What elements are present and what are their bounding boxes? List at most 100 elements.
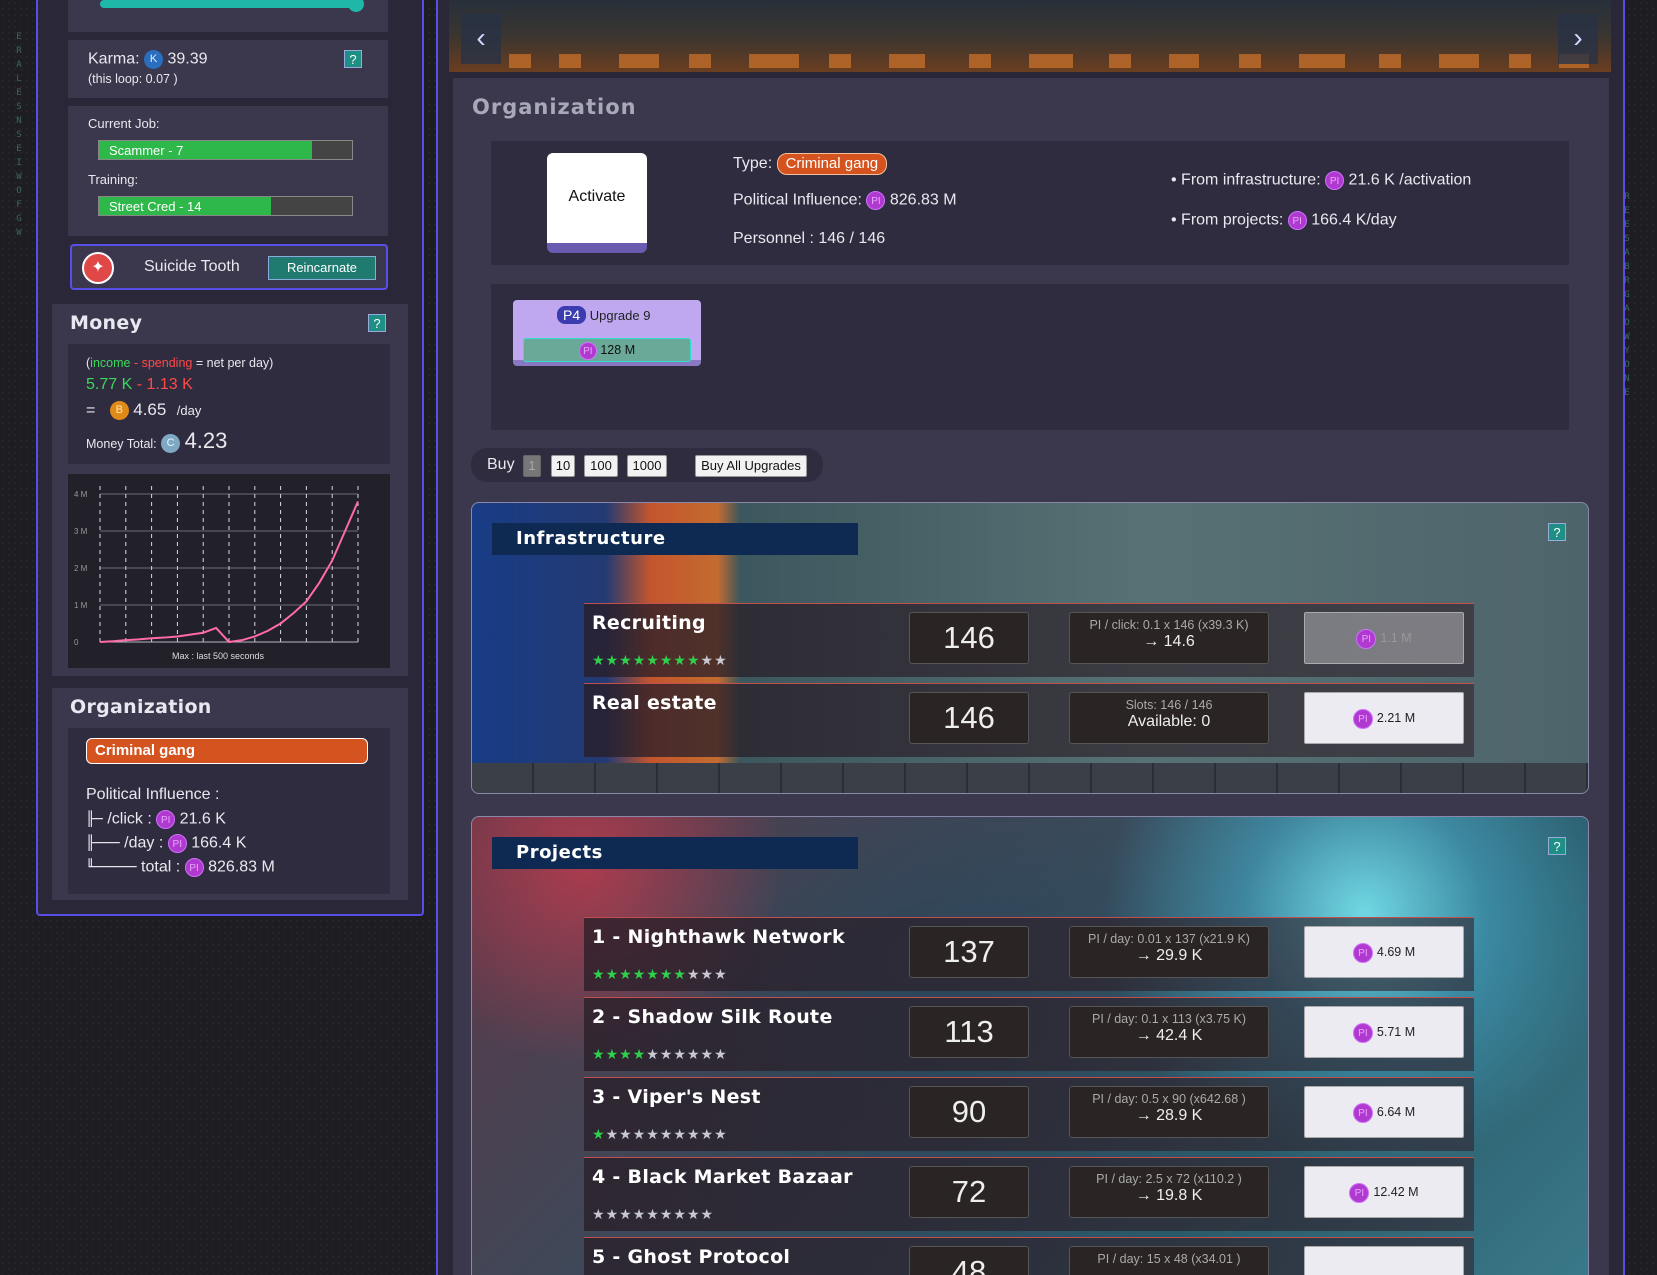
projects-row-info-result: → 28.9 K xyxy=(1135,1107,1203,1124)
star-empty-icon: ★ xyxy=(659,1206,674,1222)
star-empty-icon: ★ xyxy=(700,1126,715,1142)
projects-row-info-formula: PI / day: 0.1 x 113 (x3.75 K) xyxy=(1091,1012,1247,1026)
job-section: Current Job: Scammer - 7 Training: Stree… xyxy=(68,106,388,236)
infrastructure-row-name: Recruiting xyxy=(592,612,706,634)
star-empty-icon: ★ xyxy=(700,966,715,982)
chart-y-tick-label: 0 xyxy=(74,638,79,647)
star-empty-icon: ★ xyxy=(673,1206,687,1222)
activate-button[interactable]: Activate xyxy=(547,153,647,253)
money-chart-svg: 4 M 3 M 2 M 1 M 0 Max : last 500 seconds xyxy=(74,486,359,661)
infrastructure-row-info-formula: Slots: 146 / 146 xyxy=(1125,698,1213,712)
job-progress-bar[interactable]: Scammer - 7 xyxy=(98,140,353,160)
infrastructure-row-buy-button[interactable]: PI 2.21 M xyxy=(1304,692,1464,744)
coin-icon: C xyxy=(161,434,181,454)
org-summary-type: Criminal gang xyxy=(86,738,368,764)
infrastructure-help-button[interactable]: ? xyxy=(1548,523,1566,541)
top-progress-section xyxy=(68,0,388,32)
upgrade-label: Upgrade 9 xyxy=(589,308,651,323)
projects-row-name: 3 - Viper's Nest xyxy=(592,1086,761,1108)
upgrade-card[interactable]: P4 Upgrade 9 PI 128 M xyxy=(513,300,701,366)
reincarnate-button[interactable]: Reincarnate xyxy=(268,256,376,280)
star-icon: ★ xyxy=(673,966,687,982)
money-income-spending: 5.77 K - 1.13 K xyxy=(86,376,193,393)
projects-title: Projects xyxy=(492,837,858,869)
projects-row-info-formula: PI / day: 0.5 x 90 (x642.68 ) xyxy=(1092,1092,1246,1106)
projects-row-buy-button[interactable] xyxy=(1304,1246,1464,1275)
infrastructure-row-count: 146 xyxy=(909,692,1029,744)
star-empty-icon: ★ xyxy=(632,1206,647,1222)
star-empty-icon: ★ xyxy=(700,1206,715,1222)
pi-icon: PI xyxy=(156,810,176,829)
star-icon: ★ xyxy=(619,966,633,982)
infrastructure-row-stars: ★★★★★★★★★★ xyxy=(592,652,728,669)
pi-icon: PI xyxy=(866,191,886,210)
projects-help-button[interactable]: ? xyxy=(1548,837,1566,855)
star-icon: ★ xyxy=(686,652,701,668)
top-slider-track[interactable] xyxy=(100,0,358,8)
upgrade-cost-button[interactable]: PI 128 M xyxy=(523,338,691,362)
chart-y-tick-label: 4 M xyxy=(74,490,88,499)
star-icon: ★ xyxy=(605,966,620,982)
reincarnate-name: Suicide Tooth xyxy=(144,258,240,275)
star-empty-icon: ★ xyxy=(700,1046,715,1062)
projects-row-stars: ★★★★★★★★★★ xyxy=(592,1126,728,1143)
star-empty-icon: ★ xyxy=(686,966,701,982)
infrastructure-row-info-result: → 14.6 xyxy=(1143,633,1195,650)
money-help-button[interactable]: ? xyxy=(368,314,386,332)
karma-help-button[interactable]: ? xyxy=(344,50,362,68)
projects-row-buy-button[interactable]: PI 6.64 M xyxy=(1304,1086,1464,1138)
projects-row-info-formula: PI / day: 2.5 x 72 (x110.2 ) xyxy=(1096,1172,1242,1186)
buy-1000-button[interactable]: 1000 xyxy=(627,455,667,477)
pi-icon: PI xyxy=(1325,171,1345,190)
projects-row-name: 4 - Black Market Bazaar xyxy=(592,1166,853,1188)
projects-row-info-formula: PI / day: 15 x 48 (x34.01 ) xyxy=(1097,1252,1241,1266)
buy-all-upgrades-button[interactable]: Buy All Upgrades xyxy=(695,455,807,477)
star-empty-icon: ★ xyxy=(714,652,728,668)
training-progress-bar[interactable]: Street Cred - 14 xyxy=(98,196,353,216)
current-job-label: Current Job: xyxy=(88,116,160,131)
pi-icon: PI xyxy=(1352,1022,1373,1043)
pi-icon: PI xyxy=(1352,708,1373,729)
star-icon: ★ xyxy=(632,652,647,668)
star-empty-icon: ★ xyxy=(646,1206,660,1222)
star-empty-icon: ★ xyxy=(714,966,728,982)
org-info-box: Activate Type: Criminal gang Political I… xyxy=(491,141,1569,265)
buy-label: Buy xyxy=(487,456,515,473)
infrastructure-row-buy-button[interactable]: PI 1.1 M xyxy=(1304,612,1464,664)
star-empty-icon: ★ xyxy=(673,1126,687,1142)
star-empty-icon: ★ xyxy=(700,652,715,668)
karma-section: Karma: K 39.39 (this loop: 0.07 ) ? xyxy=(68,40,388,98)
infrastructure-row-info: PI / click: 0.1 x 146 (x39.3 K) → 14.6 xyxy=(1069,612,1269,664)
projects-row-stars: ★★★★★★★★★★ xyxy=(592,966,728,983)
infrastructure-row-count: 146 xyxy=(909,612,1029,664)
top-slider-knob[interactable] xyxy=(348,0,364,12)
org-from-projects: • From projects: PI 166.4 K/day xyxy=(1171,211,1397,230)
projects-row-buy-button[interactable]: PI 12.42 M xyxy=(1304,1166,1464,1218)
projects-row: 3 - Viper's Nest ★★★★★★★★★★ 90 PI / day: 0.… xyxy=(584,1077,1474,1151)
projects-row-buy-button[interactable]: PI 5.71 M xyxy=(1304,1006,1464,1058)
upgrade-badge: P4 xyxy=(557,306,587,324)
chart-y-tick-label: 2 M xyxy=(74,564,88,573)
job-progress-label: Scammer - 7 xyxy=(109,143,184,158)
projects-row-stars: ★★★★★★★★★ xyxy=(592,1206,714,1223)
projects-row-info-result: → 19.8 K xyxy=(1135,1187,1203,1204)
org-banner-image xyxy=(449,0,1611,72)
projects-row-buy-button[interactable]: PI 4.69 M xyxy=(1304,926,1464,978)
pi-icon: PI xyxy=(1352,942,1373,963)
infrastructure-row-info: Slots: 146 / 146 Available: 0 xyxy=(1069,692,1269,744)
star-icon: ★ xyxy=(619,1046,633,1062)
buy-1-button[interactable]: 1 xyxy=(523,455,541,477)
star-empty-icon: ★ xyxy=(686,1046,701,1062)
org-summary-title: Organization xyxy=(70,696,212,718)
karma-value: 39.39 xyxy=(167,50,208,68)
projects-row-stars: ★★★★★★★★★★ xyxy=(592,1046,728,1063)
star-empty-icon: ★ xyxy=(605,1206,620,1222)
money-title: Money xyxy=(70,312,143,334)
training-label: Training: xyxy=(88,172,139,187)
banner-next-button[interactable]: › xyxy=(1558,14,1598,64)
buy-10-button[interactable]: 10 xyxy=(551,455,575,477)
projects-row-info: PI / day: 0.01 x 137 (x21.9 K) → 29.9 K xyxy=(1069,926,1269,978)
banner-prev-button[interactable]: ‹ xyxy=(461,14,501,64)
buy-100-button[interactable]: 100 xyxy=(584,455,618,477)
projects-row-count: 48 xyxy=(909,1246,1029,1275)
